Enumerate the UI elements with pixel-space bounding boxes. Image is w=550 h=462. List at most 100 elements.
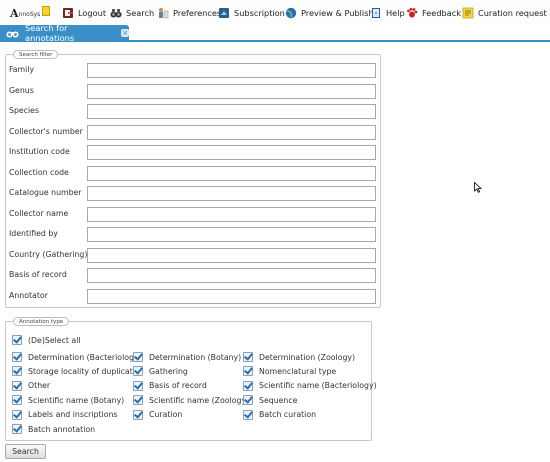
annotation-type-legend: Annotation type xyxy=(13,317,70,326)
filter-input[interactable] xyxy=(87,247,376,263)
feedback-icon xyxy=(406,7,418,19)
annotation-type-option[interactable]: Determination (Zoology) xyxy=(243,351,355,363)
annotation-type-label: Scientific name (Zoology) xyxy=(149,395,250,405)
annotation-type-label: Curation xyxy=(149,410,183,420)
checkbox-checked-icon[interactable] xyxy=(12,335,22,345)
logo-text: nnoSys xyxy=(18,10,41,18)
toolbar-help[interactable]: Help xyxy=(370,5,405,21)
checkbox-checked-icon[interactable] xyxy=(133,380,143,391)
select-all-label: (De)Select all xyxy=(28,335,81,345)
checkbox-checked-icon[interactable] xyxy=(133,395,143,406)
filter-row: Basis of record xyxy=(9,268,379,283)
filter-row: Annotator xyxy=(9,288,379,304)
checkbox-checked-icon[interactable] xyxy=(12,380,22,391)
annotation-type-label: Determination (Bacteriology) xyxy=(28,352,142,362)
search-button[interactable]: Search xyxy=(5,444,46,459)
filter-input[interactable] xyxy=(87,63,376,78)
checkbox-checked-icon[interactable] xyxy=(12,424,22,434)
tab-search-annotations[interactable]: Search for annotations × xyxy=(0,23,129,43)
filter-label: Institution code xyxy=(9,147,70,156)
filter-input[interactable] xyxy=(87,186,376,201)
checkbox-checked-icon[interactable] xyxy=(12,366,22,377)
annotation-type-option[interactable]: Nomenclatural type xyxy=(243,365,336,377)
filter-input[interactable] xyxy=(87,83,376,99)
annotation-type-label: Storage locality of duplicates xyxy=(28,366,142,376)
annotation-type-option[interactable]: Batch curation xyxy=(243,409,316,421)
annotation-type-option[interactable]: Storage locality of duplicates xyxy=(12,365,142,377)
checkbox-checked-icon[interactable] xyxy=(133,366,143,377)
annotation-type-option[interactable]: Scientific name (Bacteriology) xyxy=(243,380,377,392)
annotation-type-option[interactable]: Labels and inscriptions xyxy=(12,409,118,421)
checkbox-checked-icon[interactable] xyxy=(243,380,253,391)
filter-input[interactable] xyxy=(87,227,376,242)
annotation-type-option[interactable]: Gathering xyxy=(133,365,188,377)
annotation-type-option[interactable]: Sequence xyxy=(243,394,297,406)
checkbox-checked-icon[interactable] xyxy=(133,352,143,362)
filter-row: Identified by xyxy=(9,227,379,242)
toolbar-preview-publish[interactable]: Preview & Publish xyxy=(285,5,374,21)
annotation-type-option[interactable]: Determination (Botany) xyxy=(133,351,241,363)
annotation-type-label: Nomenclatural type xyxy=(259,366,337,376)
tab-bar: Search for annotations × xyxy=(0,23,550,43)
checkbox-checked-icon[interactable] xyxy=(12,409,22,420)
checkbox-checked-icon[interactable] xyxy=(243,352,253,362)
toolbar-feedback-label: Feedback xyxy=(422,8,461,18)
filter-row: Collection code xyxy=(9,165,379,181)
tab-close-icon[interactable]: × xyxy=(121,29,129,37)
annotation-type-option[interactable]: Curation xyxy=(133,409,182,421)
annotation-type-option[interactable]: Determination (Bacteriology) xyxy=(12,351,142,363)
filter-label: Genus xyxy=(9,85,34,95)
filter-label: Collection code xyxy=(9,167,69,177)
filter-row: Species xyxy=(9,104,379,119)
toolbar-search[interactable]: Search xyxy=(110,5,154,21)
toolbar-help-label: Help xyxy=(386,8,405,18)
toolbar-logout[interactable]: Logout xyxy=(62,5,106,21)
checkbox-checked-icon[interactable] xyxy=(243,409,253,420)
toolbar-preferences[interactable]: Preferences xyxy=(157,5,221,21)
annotation-type-label: Batch annotation xyxy=(28,424,96,434)
annosys-logo: A nnoSys xyxy=(10,6,51,20)
preferences-icon xyxy=(157,7,169,19)
annotation-type-label: Determination (Botany) xyxy=(149,352,242,362)
filter-label: Basis of record xyxy=(9,270,67,279)
checkbox-checked-icon[interactable] xyxy=(243,366,253,377)
filter-input[interactable] xyxy=(87,268,376,283)
filter-row: Catalogue number xyxy=(9,186,379,201)
checkbox-checked-icon[interactable] xyxy=(133,409,143,420)
toolbar-curation-request[interactable]: Curation request xyxy=(462,5,547,21)
filter-input[interactable] xyxy=(87,165,376,181)
filter-input[interactable] xyxy=(87,104,376,119)
filter-row: Collector's number xyxy=(9,124,379,140)
filter-input[interactable] xyxy=(87,288,376,304)
annotation-type-option[interactable]: Scientific name (Zoology) xyxy=(133,394,249,406)
search-filter-legend: Search filter xyxy=(13,50,59,59)
toolbar-feedback[interactable]: Feedback xyxy=(406,5,461,21)
checkbox-checked-icon[interactable] xyxy=(12,352,22,362)
filter-input[interactable] xyxy=(87,124,376,140)
annotation-type-label: Scientific name (Botany) xyxy=(28,395,125,405)
filter-input[interactable] xyxy=(87,145,376,160)
filter-label: Annotator xyxy=(9,290,48,300)
toolbar-search-label: Search xyxy=(126,8,155,18)
annotation-type-label: Determination (Zoology) xyxy=(259,352,356,362)
annotation-type-option[interactable]: Other xyxy=(12,380,50,392)
filter-row: Collector name xyxy=(9,206,379,222)
filter-label: Catalogue number xyxy=(9,188,82,197)
annotation-type-option[interactable]: Scientific name (Botany) xyxy=(12,394,124,406)
toolbar-subscription[interactable]: Subscription xyxy=(218,5,285,21)
annotation-type-label: Basis of record xyxy=(149,381,207,391)
logo-badge-icon xyxy=(42,6,51,16)
filter-input[interactable] xyxy=(87,206,376,222)
checkbox-checked-icon[interactable] xyxy=(12,395,22,406)
annotation-type-option[interactable]: Basis of record xyxy=(133,380,207,392)
annotation-type-label: Gathering xyxy=(149,366,188,376)
annotation-type-label: Sequence xyxy=(259,395,298,405)
annotation-type-option[interactable]: Batch annotation xyxy=(12,423,95,435)
select-all-checkbox[interactable]: (De)Select all xyxy=(12,334,81,346)
binoculars-icon xyxy=(6,29,19,38)
checkbox-checked-icon[interactable] xyxy=(243,395,253,406)
logout-icon xyxy=(62,7,74,19)
toolbar-preview-publish-label: Preview & Publish xyxy=(301,8,374,18)
filter-label: Species xyxy=(9,106,40,115)
annotation-type-label: Other xyxy=(28,381,51,391)
